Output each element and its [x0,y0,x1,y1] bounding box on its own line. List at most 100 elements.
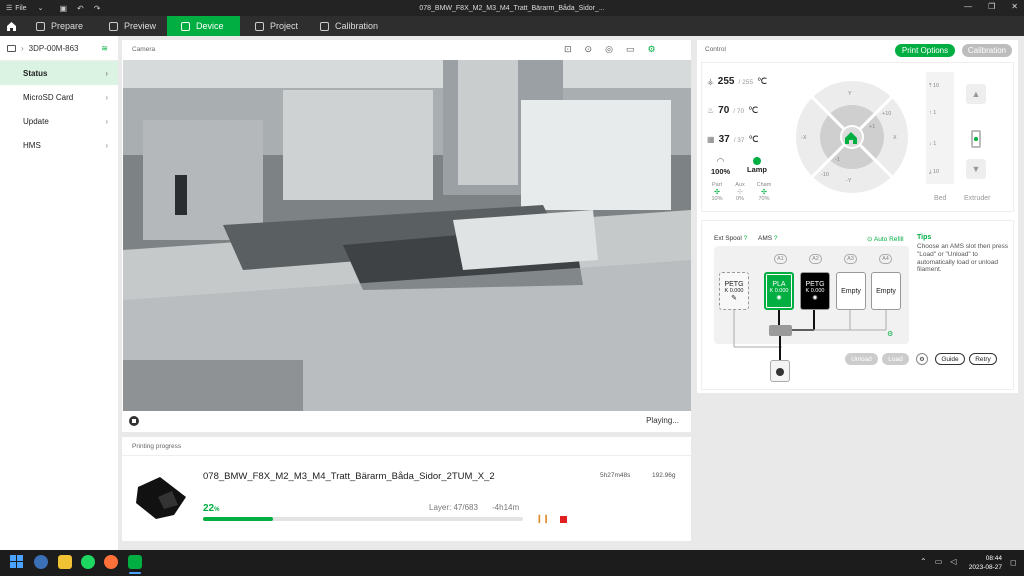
sidebar-item-microsd[interactable]: MicroSD Card › [0,85,118,109]
jog-plus-1[interactable]: +1 [869,124,875,130]
sidebar-item-status[interactable]: Status › [0,61,118,85]
bed-down-1[interactable]: ↓ 1 [929,141,936,147]
volume-icon[interactable]: ◁ [950,557,956,566]
tab-prepare-label: Prepare [51,21,84,31]
jog-y-minus[interactable]: -Y [846,178,852,184]
fan-part-value: 10% [711,196,723,202]
home-axes-button[interactable] [844,131,858,145]
nozzle-temp[interactable]: ⚶ 255 / 255 ℃ [707,76,767,87]
close-icon[interactable]: ✕ [1011,2,1018,11]
chevron-right-icon: › [105,68,108,78]
ext-spool-slot[interactable]: PETG K 0.000 ✎ [719,272,749,310]
chevron-down-icon: ⌄ [37,5,44,12]
spotify-icon[interactable] [81,555,95,569]
bed-down-10[interactable]: ⤓ 10 [929,169,939,176]
firefox-icon[interactable] [104,555,118,569]
undo-icon[interactable]: ↶ [77,4,84,13]
clock-time: 08:44 [985,555,1002,562]
ext-spool-label: Ext Spool ? [714,235,747,242]
bed-icon: ♨ [707,106,715,115]
ams-slot-a3[interactable]: Empty [836,272,866,310]
device-selector[interactable]: › 3DP-00M-863 ≋ [0,36,118,60]
load-button[interactable]: Load [882,353,909,365]
file-explorer-icon[interactable] [58,555,72,569]
ams-settings-icon[interactable]: ⚙ [887,330,893,338]
sidebar-item-hms[interactable]: HMS › [0,133,118,157]
home-icon [6,22,16,31]
stop-print-icon[interactable] [560,516,567,523]
windows-start-icon[interactable] [10,555,24,569]
filament-settings-icon[interactable]: ⚙ [916,353,928,365]
project-icon [255,21,264,31]
print-weight: 192.96g [652,472,676,479]
edit-icon[interactable]: ✎ [731,294,737,302]
guide-button[interactable]: Guide [935,353,965,365]
camera-icon[interactable]: ◎ [605,44,613,55]
wifi-icon: ≋ [101,43,108,53]
jog-minus-10[interactable]: -10 [821,172,829,178]
sidebar-item-update[interactable]: Update › [0,109,118,133]
chevron-up-icon[interactable]: ⌃ [920,557,927,566]
bed-step-label: 1 [933,110,937,116]
tab-project-label: Project [270,21,299,31]
extruder-down-button[interactable]: ▼ [966,159,986,179]
minimize-icon[interactable]: — [964,2,972,11]
bed-up-10[interactable]: ⤒ 10 [929,83,939,90]
bed-step-label: 10 [932,83,940,89]
slot-id-a3: A3 [844,254,857,264]
retry-button[interactable]: Retry [969,353,997,365]
tab-calibration[interactable]: Calibration [320,16,378,36]
eye-icon[interactable]: ◉ [776,294,781,301]
chevron-right-icon: › [105,92,108,102]
pause-icon[interactable]: ❙❙ [536,514,549,523]
ams-label-text: AMS [758,235,773,242]
ams-slot-a4[interactable]: Empty [871,272,901,310]
network-icon[interactable]: ▭ [935,557,943,566]
save-icon[interactable]: ▣ [59,4,67,13]
fan-chamber[interactable]: Cham ✣ 70% [755,182,773,202]
maximize-icon[interactable]: ❐ [988,2,995,11]
file-menu[interactable]: ☰ File ⌄ [6,4,44,13]
tab-prepare[interactable]: Prepare [36,16,83,36]
fan-aux[interactable]: Aux ✣ 0% [734,182,746,202]
chevron-right-icon: › [105,140,108,150]
help-icon[interactable]: ? [774,235,778,242]
chamber-temp[interactable]: ▦ 37 / 37 ℃ [707,134,759,145]
timelapse-icon[interactable]: ⊙ [585,44,593,55]
extruder-up-button[interactable]: ▲ [966,84,986,104]
calibration-button[interactable]: Calibration [962,44,1012,57]
unload-button[interactable]: Unload [845,353,878,365]
settings-app-icon[interactable] [34,555,48,569]
speed-control[interactable]: ◠ 100% [711,156,730,176]
progress-percent: 22% [203,503,219,514]
tab-preview[interactable]: Preview [109,16,156,36]
camera-image [123,60,691,411]
settings-icon[interactable]: ⚙ [647,44,655,55]
home-button[interactable] [0,16,22,36]
print-options-button[interactable]: Print Options [895,44,955,57]
stop-stream-button[interactable] [129,416,139,426]
tab-project[interactable]: Project [255,16,298,36]
redo-icon[interactable]: ↷ [94,4,101,13]
sd-record-icon[interactable]: ⊡ [564,44,572,55]
auto-refill-link[interactable]: ⊙ Auto Refill [867,235,904,243]
tab-device[interactable]: Device [167,16,240,36]
jog-minus-1[interactable]: -1 [835,157,840,163]
bed-temp[interactable]: ♨ 70 / 70 ℃ [707,105,758,116]
bambu-studio-icon[interactable] [128,555,142,569]
fan-part[interactable]: Part ✣ 10% [711,182,723,202]
jog-y-plus[interactable]: Y [848,91,852,97]
jog-x-plus[interactable]: X [893,135,897,141]
jog-plus-10[interactable]: +10 [882,111,891,117]
help-icon[interactable]: ? [744,235,748,242]
ams-slot-a2[interactable]: PETG K 0.000 ◉ [800,272,830,310]
device-sidebar: › 3DP-00M-863 ≋ Status › MicroSD Card › … [0,36,118,550]
eye-icon[interactable]: ◉ [812,294,817,301]
ams-slot-a1[interactable]: PLA K 0.000 ◉ [764,272,794,310]
notification-icon[interactable]: ◻ [1010,558,1017,567]
bed-temp-target: / 70 [733,108,745,115]
bed-up-1[interactable]: ↑ 1 [929,110,936,116]
video-icon[interactable]: ▭ [626,44,635,55]
jog-x-minus[interactable]: -X [801,135,807,141]
lamp-toggle[interactable]: Lamp [747,156,767,174]
